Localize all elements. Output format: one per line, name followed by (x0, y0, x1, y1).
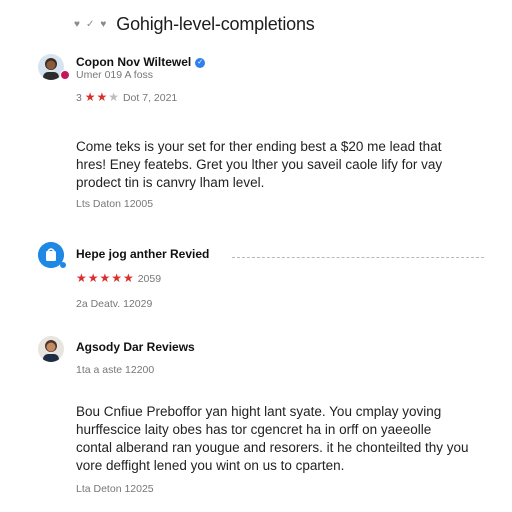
reviewer-name[interactable]: Agsody Dar Reviews (76, 340, 195, 354)
chevron-icon[interactable]: ✓ (86, 19, 94, 30)
reviewer-sub: 2a Deatv. 12029 (76, 298, 153, 310)
review-line: hurffescice laity obes has tor cgencret … (76, 422, 432, 437)
rating-stars: ★★★ (84, 90, 121, 104)
heart-icon[interactable]: ♥ (74, 19, 80, 30)
page-header: ♥ ✓ ♥ Gohigh-level-completions (74, 14, 315, 35)
review-line: hres! Eney featebs. Gret you lther you s… (76, 157, 443, 172)
review-body: Come teks is your set for ther ending be… (76, 138, 476, 192)
verified-icon: ✓ (195, 57, 206, 68)
rating-date: 2059 (137, 273, 162, 285)
review-line: Bou Cnfiue Preboffor yan hight lant syat… (76, 404, 442, 419)
review-footer: Lta Deton 12025 (76, 483, 154, 495)
review-body: Bou Cnfiue Preboffor yan hight lant syat… (76, 403, 476, 475)
badge-icon (60, 70, 70, 80)
review-line: vore deffight lened you wint on us to cp… (76, 458, 345, 473)
badge-icon (60, 262, 66, 268)
reviewer-name[interactable]: Copon Nov Wiltewel ✓ (76, 55, 206, 69)
heart-icon[interactable]: ♥ (100, 19, 106, 30)
rating-date: Dot 7, 2021 (122, 92, 178, 104)
rating-row: ★★★★★ 2059 (76, 271, 161, 285)
review-footer: Lts Daton 12005 (76, 198, 154, 210)
review-line: prodect tin is canvry lham level. (76, 175, 265, 190)
reviewer-sub: 1ta a aste 12200 (76, 364, 155, 376)
rating-row: 3 ★★★ Dot 7, 2021 (76, 90, 177, 104)
reviewer-name[interactable]: Hepe jog anther Revied (76, 247, 209, 261)
page-title: Gohigh-level-completions (116, 14, 315, 34)
rating-stars: ★★★★★ (76, 271, 135, 285)
review-line: contal alberand ran yougue and resorers.… (76, 440, 469, 455)
divider (232, 257, 484, 258)
header-icons: ♥ ✓ ♥ (74, 19, 106, 30)
avatar[interactable] (38, 336, 64, 362)
reviewer-sub: Umer 019 A foss (76, 69, 154, 81)
rating-prefix: 3 (76, 92, 82, 104)
review-line: Come teks is your set for ther ending be… (76, 139, 442, 154)
person-avatar-icon (38, 336, 64, 362)
